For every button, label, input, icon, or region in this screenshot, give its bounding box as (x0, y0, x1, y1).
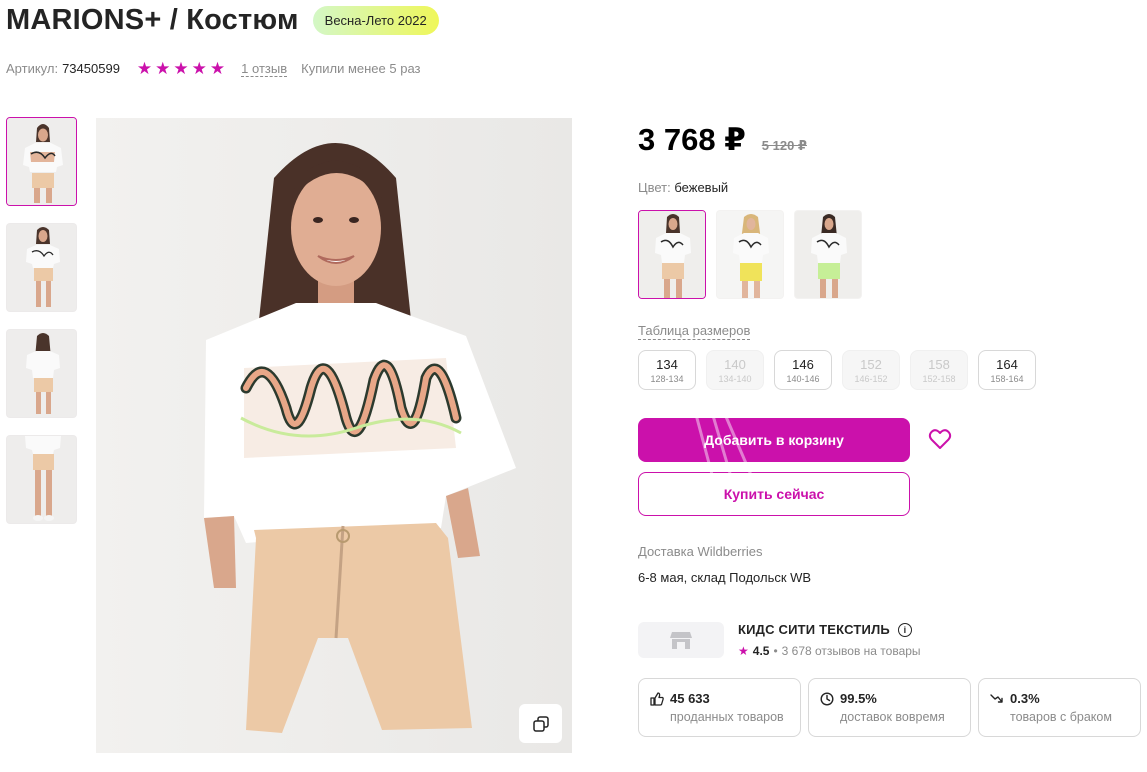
product-title: MARIONS+ / Костюм (6, 4, 299, 36)
size-option[interactable]: 140 134-140 (706, 350, 764, 390)
thumbs-up-icon (650, 691, 664, 706)
size-option[interactable]: 158 152-158 (910, 350, 968, 390)
size-range: 152-158 (922, 373, 956, 384)
seller-rating-value: 4.5 (752, 644, 770, 658)
copy-icon (532, 715, 549, 732)
stat-card: 0.3% товаров с браком (978, 678, 1141, 737)
price-block: 3 768 ₽ 5 120 ₽ (638, 122, 807, 158)
color-option-image (795, 211, 861, 298)
thumbnail-image (7, 330, 76, 417)
size-range: 158-164 (990, 373, 1024, 384)
color-option-image (717, 211, 783, 298)
stat-value: 99.5% (840, 691, 877, 706)
gallery-thumbnails (6, 117, 77, 524)
color-value: бежевый (674, 180, 729, 195)
heart-icon[interactable] (928, 428, 952, 450)
gallery-thumbnail[interactable] (6, 435, 77, 524)
size-value: 164 (996, 356, 1018, 372)
color-option-green[interactable] (794, 210, 862, 299)
size-range: 134-140 (718, 373, 752, 384)
color-option-beige[interactable] (638, 210, 706, 299)
season-badge: Весна-Лето 2022 (312, 6, 439, 35)
star-icon: ★ (738, 644, 749, 658)
reviews-link[interactable]: 1 отзыв (241, 61, 288, 77)
size-option[interactable]: 164 158-164 (978, 350, 1036, 390)
size-option[interactable]: 152 146-152 (842, 350, 900, 390)
color-label: Цвет: бежевый (638, 180, 728, 195)
add-to-cart-button[interactable]: Добавить в корзину (638, 418, 910, 462)
sku-value: 73450599 (62, 61, 120, 76)
size-selector: 134 128-134 140 134-140 146 140-146 152 … (638, 350, 1036, 390)
seller-stats: 45 633 проданных товаров 99.5% доставок … (638, 678, 1141, 737)
size-value: 152 (860, 356, 882, 372)
thumbnail-image (7, 436, 76, 523)
stat-label: проданных товаров (670, 710, 784, 724)
star-icon: ★ (136, 59, 153, 78)
current-price: 3 768 ₽ (638, 122, 746, 157)
purchases-text: Купили менее 5 раз (301, 61, 421, 76)
seller-rating: ★ 4.5 • 3 678 отзывов на товары (738, 644, 921, 658)
color-option-image (639, 211, 705, 298)
size-value: 134 (656, 356, 678, 372)
size-range: 146-152 (854, 373, 888, 384)
bullet-separator: • (773, 644, 778, 658)
gallery-thumbnail[interactable] (6, 223, 77, 312)
color-label-text: Цвет: (638, 180, 671, 195)
size-range: 128-134 (650, 373, 684, 384)
size-value: 146 (792, 356, 814, 372)
info-icon[interactable]: i (897, 622, 912, 637)
buy-now-button[interactable]: Купить сейчас (638, 472, 910, 516)
gallery-thumbnail[interactable] (6, 117, 77, 206)
stat-label: доставок вовремя (840, 710, 945, 724)
stat-value: 0.3% (1010, 691, 1040, 706)
main-product-photo[interactable] (96, 118, 572, 753)
product-image (96, 118, 572, 753)
size-value: 140 (724, 356, 746, 372)
delivery-label: Доставка Wildberries (638, 544, 763, 559)
star-icon: ★ (173, 59, 189, 78)
trend-down-icon (990, 693, 1003, 703)
stat-label: товаров с браком (1010, 710, 1112, 724)
stat-value: 45 633 (670, 691, 710, 706)
gallery-thumbnail[interactable] (6, 329, 77, 418)
size-range: 140-146 (786, 373, 820, 384)
title-row: MARIONS+ / Костюм Весна-Лето 2022 (6, 4, 439, 37)
seller-name[interactable]: КИДС СИТИ ТЕКСТИЛЬ (738, 622, 890, 637)
clock-icon (820, 691, 834, 706)
star-icon: ★ (191, 59, 207, 78)
size-option[interactable]: 146 140-146 (774, 350, 832, 390)
star-icon: ★ (209, 59, 226, 78)
thumbnail-image (7, 118, 76, 205)
rating-stars: ★ ★ ★ ★ ★ (137, 60, 225, 77)
seller-logo[interactable] (638, 622, 724, 658)
color-option-yellow[interactable] (716, 210, 784, 299)
delivery-value: 6-8 мая, склад Подольск WB (638, 570, 812, 585)
size-option[interactable]: 134 128-134 (638, 350, 696, 390)
sku-label: Артикул: (6, 61, 59, 76)
seller-name-row: КИДС СИТИ ТЕКСТИЛЬ i (738, 622, 912, 637)
star-icon: ★ (155, 59, 171, 78)
stat-card: 99.5% доставок вовремя (808, 678, 971, 737)
seller-reviews: 3 678 отзывов на товары (781, 644, 921, 658)
color-options (638, 210, 862, 299)
store-icon (670, 632, 692, 649)
thumbnail-image (7, 224, 76, 311)
stat-card: 45 633 проданных товаров (638, 678, 801, 737)
old-price: 5 120 ₽ (761, 138, 807, 153)
zoom-button[interactable] (519, 704, 562, 743)
size-value: 158 (928, 356, 950, 372)
size-table-link[interactable]: Таблица размеров (638, 323, 751, 340)
product-meta: Артикул: 73450599 ★ ★ ★ ★ ★ 1 отзыв Купи… (6, 60, 421, 77)
